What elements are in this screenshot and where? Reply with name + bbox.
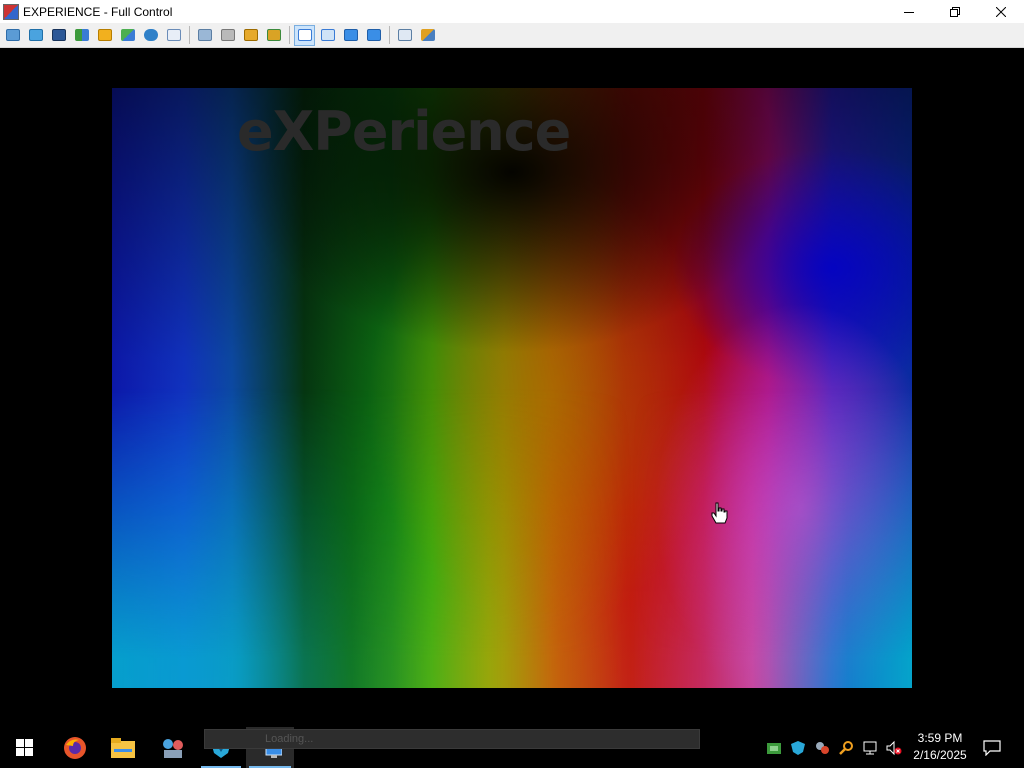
tray-remote[interactable] <box>812 727 832 768</box>
multi-monitor-icon <box>397 29 412 41</box>
fit-window-button[interactable] <box>294 24 315 46</box>
tray-vpn[interactable] <box>788 727 808 768</box>
action-center-icon <box>983 739 1001 756</box>
clock-time: 3:59 PM <box>917 731 963 745</box>
hand-cursor-icon <box>711 502 728 524</box>
lock-screen-button[interactable] <box>240 25 261 46</box>
network-app-icon <box>163 738 183 758</box>
toolbar-separator <box>289 26 290 44</box>
clock-date: 2/16/2025 <box>913 748 967 762</box>
capture-button[interactable] <box>2 25 23 46</box>
remote-taskbar-text: Loading... <box>265 733 314 745</box>
phone-button[interactable] <box>140 25 161 46</box>
title-bar: EXPERIENCE - Full Control <box>0 0 1024 23</box>
capture-icon <box>5 29 20 41</box>
window-title: EXPERIENCE - Full Control <box>23 4 173 19</box>
fit-window-icon <box>297 29 312 41</box>
stretch-button[interactable] <box>317 25 338 46</box>
multi-monitor-button[interactable] <box>394 25 415 46</box>
remote-taskbar: Loading... <box>204 729 700 749</box>
tray-search[interactable] <box>836 727 856 768</box>
upload-icon <box>197 29 212 41</box>
transfer-icon <box>74 29 89 41</box>
lock-screen-icon <box>243 29 258 41</box>
actual-size-icon <box>343 29 358 41</box>
actual-size-button[interactable] <box>340 25 361 46</box>
network-button[interactable] <box>217 25 238 46</box>
toolbar <box>0 23 1024 48</box>
network-status-icon <box>863 741 877 754</box>
file-explorer-icon <box>111 737 135 758</box>
vpn-tray-icon <box>791 740 805 755</box>
taskbar-file-explorer[interactable] <box>100 727 146 768</box>
desktop-button[interactable] <box>25 25 46 46</box>
lock-icon <box>97 29 112 41</box>
action-center-button[interactable] <box>978 727 1006 768</box>
window-controls <box>886 0 1024 23</box>
tools-button[interactable] <box>417 25 438 46</box>
tray-network-status[interactable] <box>860 727 880 768</box>
fullscreen-icon <box>366 29 381 41</box>
taskbar-clock[interactable]: 3:59 PM 2/16/2025 <box>906 730 974 766</box>
terminal-icon <box>51 29 66 41</box>
toolbar-separator <box>189 26 190 44</box>
tray-volume[interactable] <box>884 727 904 768</box>
unlock-button[interactable] <box>263 25 284 46</box>
windows-start-icon <box>15 739 33 756</box>
lock-button[interactable] <box>94 25 115 46</box>
experience-splash[interactable]: eXPerience <box>112 88 912 688</box>
tools-icon <box>420 29 435 41</box>
taskbar-network-app[interactable] <box>150 727 196 768</box>
app-icon[interactable] <box>3 3 19 20</box>
unlock-icon <box>266 29 281 41</box>
minimize-icon <box>904 11 914 13</box>
message-button[interactable] <box>163 25 184 46</box>
close-icon <box>996 6 1006 17</box>
firefox-icon <box>64 736 86 759</box>
chat-icon <box>120 29 135 41</box>
remote-screen[interactable]: eXPerience <box>0 49 1024 727</box>
stretch-icon <box>320 29 335 41</box>
restore-button[interactable] <box>932 0 978 23</box>
network-icon <box>220 29 235 41</box>
remote-tray-icon <box>816 741 829 754</box>
close-button[interactable] <box>978 0 1024 23</box>
search-tray-icon <box>839 740 853 755</box>
tray-network-manager[interactable] <box>764 727 784 768</box>
splash-title: eXPerience <box>237 100 571 163</box>
upload-button[interactable] <box>194 25 215 46</box>
taskbar-firefox[interactable] <box>52 727 98 768</box>
taskbar: Loading... 3:59 PM 2/16/2025 <box>0 727 1024 768</box>
volume-muted-icon <box>886 740 902 755</box>
minimize-button[interactable] <box>886 0 932 23</box>
network-manager-icon <box>767 742 781 754</box>
transfer-button[interactable] <box>71 25 92 46</box>
terminal-button[interactable] <box>48 25 69 46</box>
toolbar-separator <box>389 26 390 44</box>
splash-glow <box>112 388 912 688</box>
fullscreen-button[interactable] <box>363 25 384 46</box>
message-icon <box>166 29 181 41</box>
start-button[interactable] <box>0 727 48 768</box>
chat-button[interactable] <box>117 25 138 46</box>
desktop-icon <box>28 29 43 41</box>
phone-icon <box>143 29 158 41</box>
restore-icon <box>950 6 960 17</box>
